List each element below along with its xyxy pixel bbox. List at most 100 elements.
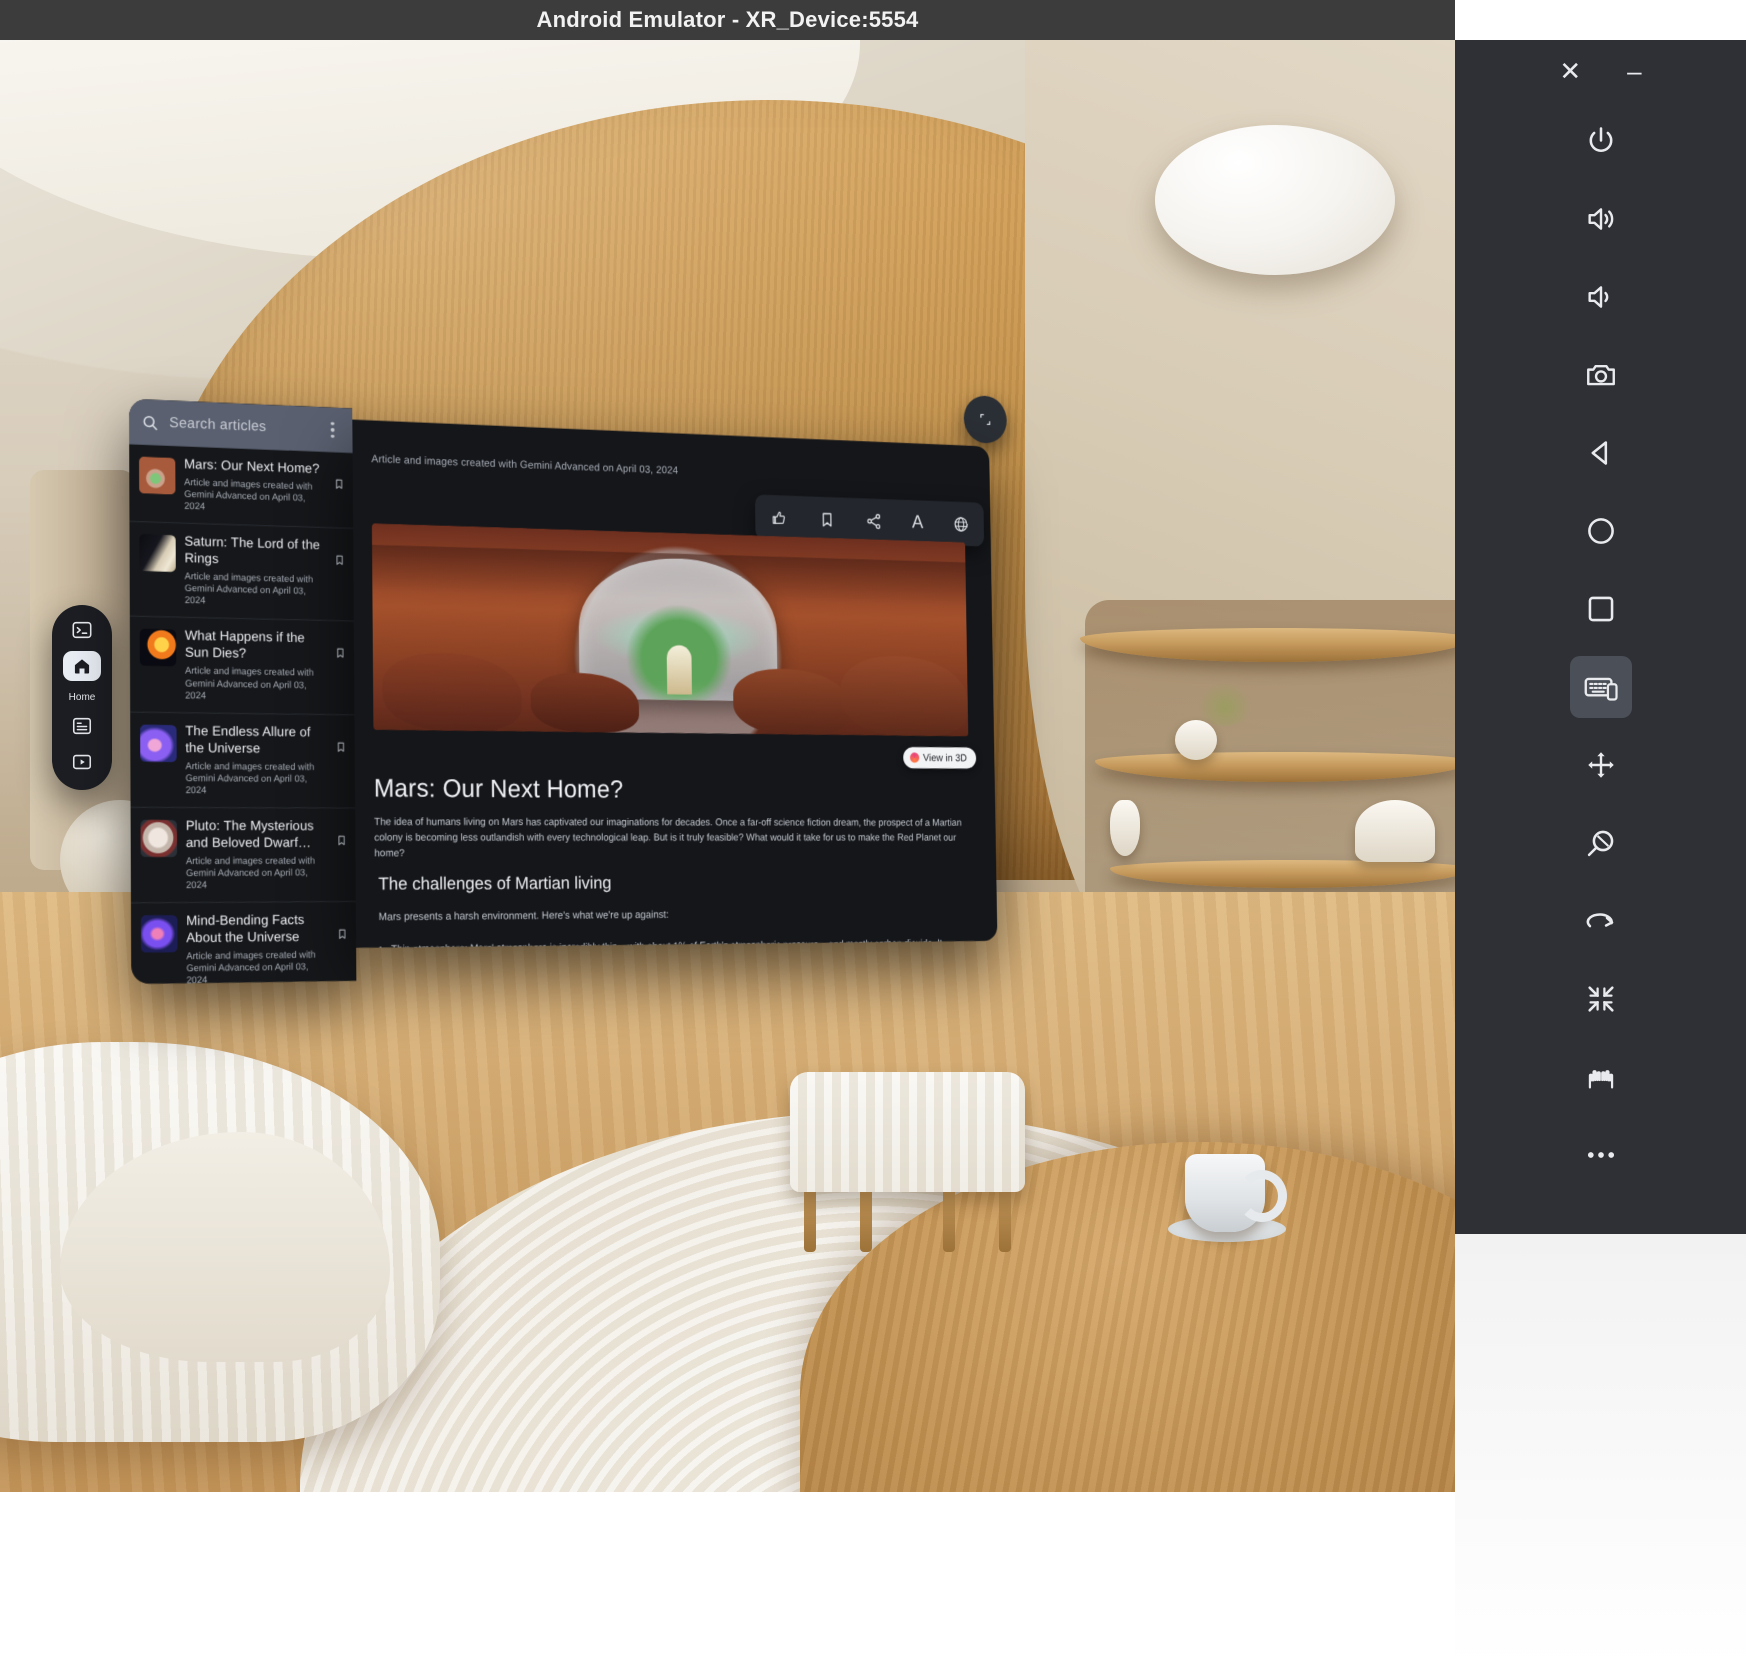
- article-lead-paragraph: The idea of humans living on Mars has ca…: [374, 815, 970, 862]
- power-button[interactable]: [1570, 110, 1632, 172]
- move-arrows-icon: [1584, 748, 1618, 782]
- search-icon: [141, 413, 160, 433]
- article-byline: Article and images created with Gemini A…: [371, 453, 678, 476]
- vase-wide: [1355, 800, 1435, 862]
- list-item[interactable]: The Endless Allure of the Universe Artic…: [130, 712, 355, 808]
- pan-button[interactable]: [1570, 734, 1632, 796]
- volume-down-icon: [1584, 280, 1618, 314]
- xr-app-dock[interactable]: Home: [52, 605, 112, 790]
- dock-item-home[interactable]: [63, 651, 101, 681]
- minimize-icon[interactable]: –: [1627, 58, 1641, 84]
- article-section-heading: The challenges of Martian living: [378, 873, 611, 894]
- article-thumbnail: [141, 820, 178, 857]
- list-item[interactable]: What Happens if the Sun Dies? Article an…: [130, 617, 355, 715]
- list-item-subtitle: Article and images created with Gemini A…: [185, 571, 326, 610]
- emulator-window-controls: ✕ –: [1455, 40, 1746, 102]
- emulator-window: Android Emulator - XR_Device:5554: [0, 0, 1746, 1666]
- share-icon[interactable]: [865, 511, 883, 531]
- list-item-title: Mars: Our Next Home?: [184, 455, 324, 477]
- emulator-toolbar-panel: ✕ –: [1455, 40, 1746, 1234]
- view-in-3d-button[interactable]: View in 3D: [903, 747, 977, 769]
- hand-tracking-button[interactable]: [1570, 1046, 1632, 1108]
- list-item[interactable]: Mind-Bending Facts About the Universe Ar…: [131, 902, 356, 984]
- screenshot-button[interactable]: [1570, 344, 1632, 406]
- article-thumbnail: [139, 457, 175, 495]
- list-item-text: Pluto: The Mysterious and Beloved Dwarf……: [186, 817, 347, 892]
- emulator-toolbar: ✕ –: [1455, 0, 1746, 1666]
- bookmark-icon[interactable]: [335, 834, 347, 847]
- keyboard-passthrough-button[interactable]: [1570, 656, 1632, 718]
- dock-item-list[interactable]: [63, 711, 101, 741]
- list-item-subtitle: Article and images created with Gemini A…: [186, 856, 327, 892]
- more-button[interactable]: [1570, 1124, 1632, 1186]
- list-item-title: Saturn: The Lord of the Rings: [184, 533, 325, 570]
- bookmark-icon[interactable]: [818, 509, 836, 529]
- toolbar-bottom-margin: [1455, 1234, 1746, 1666]
- dock-item-media[interactable]: [63, 747, 101, 777]
- plant-sprig: [1195, 680, 1255, 726]
- rotate-button[interactable]: [1570, 890, 1632, 952]
- vase-round: [1175, 720, 1217, 760]
- three-d-badge-icon: [910, 753, 919, 763]
- dock-home-label: Home: [69, 692, 96, 703]
- bookmark-icon[interactable]: [333, 554, 345, 567]
- list-item-title: What Happens if the Sun Dies?: [185, 627, 326, 663]
- home-button[interactable]: [1570, 500, 1632, 562]
- terminal-icon: [71, 619, 93, 641]
- volume-up-button[interactable]: [1570, 188, 1632, 250]
- article-detail-panel[interactable]: Article and images created with Gemini A…: [352, 420, 997, 948]
- article-hero-image: [372, 523, 968, 736]
- article-thumbnail: [139, 534, 175, 572]
- article-title: Mars: Our Next Home?: [374, 773, 624, 804]
- bookmark-icon[interactable]: [335, 740, 347, 753]
- dock-item-terminal[interactable]: [63, 615, 101, 645]
- zoom-search-icon: [1584, 826, 1618, 860]
- rotate-icon: [1584, 904, 1618, 938]
- article-thumbnail: [141, 915, 178, 953]
- list-item-subtitle: Article and images created with Gemini A…: [185, 666, 326, 704]
- window-bottom-margin: [0, 1492, 1455, 1666]
- search-input[interactable]: Search articles: [169, 415, 314, 437]
- home-icon: [72, 656, 92, 676]
- zoom-button[interactable]: [1570, 812, 1632, 874]
- volume-down-button[interactable]: [1570, 266, 1632, 328]
- list-item-title: The Endless Allure of the Universe: [185, 722, 326, 757]
- text-size-icon[interactable]: A: [912, 513, 923, 532]
- kebab-menu-icon[interactable]: [324, 421, 341, 438]
- window-title-bar: Android Emulator - XR_Device:5554: [0, 0, 1455, 40]
- hand-tracking-icon: [1583, 1059, 1619, 1095]
- overview-square-icon: [1584, 592, 1618, 626]
- list-item-subtitle: Article and images created with Gemini A…: [186, 950, 327, 984]
- resize-corner-icon: [978, 411, 993, 428]
- translate-globe-icon[interactable]: [952, 514, 970, 534]
- list-item-text: Mind-Bending Facts About the Universe Ar…: [186, 911, 347, 984]
- thumbs-up-icon[interactable]: [770, 508, 788, 528]
- back-button[interactable]: [1570, 422, 1632, 484]
- bookmark-icon[interactable]: [333, 478, 345, 491]
- window-title: Android Emulator - XR_Device:5554: [537, 7, 919, 33]
- list-item[interactable]: Mars: Our Next Home? Article and images …: [129, 444, 353, 529]
- screenshot-camera-icon: [1584, 358, 1618, 392]
- coffee-cup: [1185, 1154, 1265, 1232]
- list-item[interactable]: Saturn: The Lord of the Rings Article an…: [129, 522, 353, 622]
- keyboard-passthrough-icon: [1583, 669, 1619, 705]
- hero-rock: [733, 668, 850, 735]
- close-icon[interactable]: ✕: [1559, 58, 1581, 84]
- home-circle-icon: [1584, 514, 1618, 548]
- vase-tall: [1110, 800, 1140, 856]
- article-thumbnail: [140, 724, 177, 761]
- overview-button[interactable]: [1570, 578, 1632, 640]
- article-thumbnail: [140, 629, 176, 667]
- device-viewport[interactable]: Home: [0, 40, 1455, 1492]
- list-icon: [71, 715, 93, 737]
- dock-home-label-wrap: Home: [69, 687, 96, 705]
- list-item[interactable]: Pluto: The Mysterious and Beloved Dwarf……: [131, 808, 356, 904]
- xr-article-app[interactable]: Search articles Mars: Our Next Home? Art…: [129, 371, 997, 951]
- recenter-button[interactable]: [1570, 968, 1632, 1030]
- back-triangle-icon: [1584, 436, 1618, 470]
- hero-rock: [382, 652, 522, 732]
- more-ellipsis-icon: [1583, 1137, 1619, 1173]
- bookmark-icon[interactable]: [336, 928, 348, 941]
- bookmark-icon[interactable]: [334, 647, 346, 660]
- article-list-panel[interactable]: Search articles Mars: Our Next Home? Art…: [129, 399, 356, 984]
